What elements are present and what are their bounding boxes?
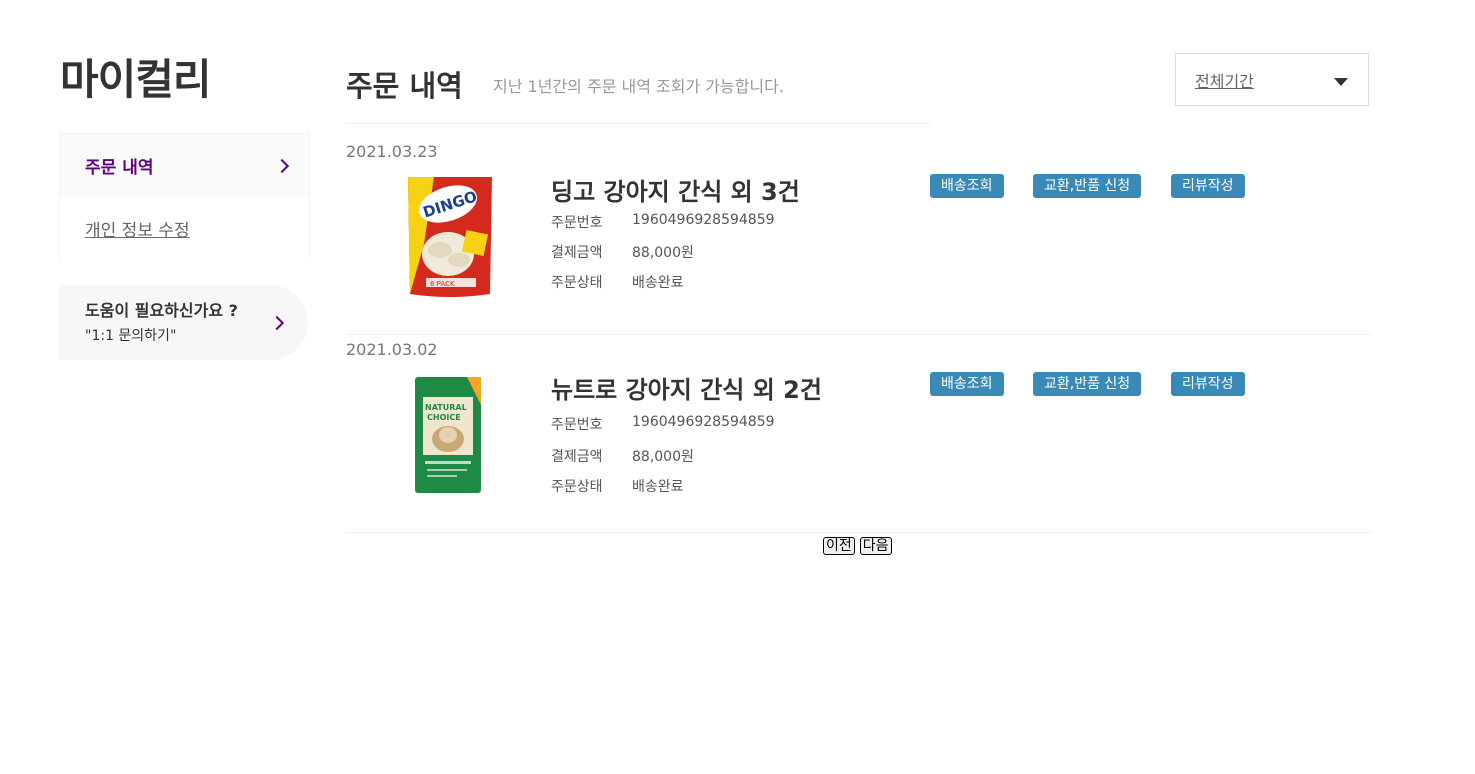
status-label: 주문상태: [551, 479, 603, 495]
status-value: 배송완료: [632, 275, 684, 291]
divider: [346, 532, 1371, 533]
product-name[interactable]: 뉴트로 강아지 간식 외 2건: [551, 370, 822, 405]
chevron-right-icon: [269, 315, 285, 330]
write-review-button[interactable]: 리뷰작성: [1171, 174, 1245, 198]
tracking-button[interactable]: 배송조회: [930, 174, 1004, 198]
payment-value: 88,000원: [632, 449, 694, 465]
next-page-button[interactable]: 다음: [859, 537, 892, 555]
help-title: 도움이 필요하신가요 ?: [85, 301, 238, 320]
sidebar-item-profile[interactable]: 개인 정보 수정: [60, 197, 309, 260]
order-date: 2021.03.23: [346, 142, 438, 161]
status-value: 배송완료: [632, 479, 684, 495]
divider: [346, 334, 1371, 335]
help-subtitle: "1:1 문의하기": [85, 328, 177, 344]
product-name[interactable]: 딩고 강아지 간식 외 3건: [551, 172, 800, 207]
divider: [346, 123, 930, 124]
payment-label: 결제금액: [551, 245, 603, 261]
help-inquiry-link[interactable]: 도움이 필요하신가요 ? "1:1 문의하기": [59, 285, 308, 360]
order-item: 2021.03.02 NATURAL CHOICE 뉴트로 강아지 간식 외 2…: [346, 340, 1371, 533]
period-select-value: 전체기간: [1195, 72, 1254, 91]
write-review-button[interactable]: 리뷰작성: [1171, 372, 1245, 396]
section-description: 지난 1년간의 주문 내역 조회가 가능합니다.: [493, 77, 784, 96]
page-title: 마이컬리: [60, 55, 212, 104]
svg-text:NATURAL: NATURAL: [425, 403, 467, 412]
period-select[interactable]: 전체기간: [1175, 53, 1369, 106]
order-number-value: 1960496928594859: [632, 414, 775, 430]
payment-label: 결제금액: [551, 449, 603, 465]
status-label: 주문상태: [551, 275, 603, 291]
pagination: 이전 다음: [823, 537, 892, 555]
tracking-button[interactable]: 배송조회: [930, 372, 1004, 396]
svg-text:6 PACK: 6 PACK: [430, 280, 455, 288]
svg-text:CHOICE: CHOICE: [427, 413, 461, 422]
order-number-value: 1960496928594859: [632, 212, 775, 228]
sidebar-item-label: 개인 정보 수정: [85, 221, 190, 241]
product-thumbnail[interactable]: NATURAL CHOICE: [413, 375, 483, 495]
order-number-label: 주문번호: [551, 215, 603, 231]
order-number-label: 주문번호: [551, 417, 603, 433]
exchange-return-button[interactable]: 교환,반품 신청: [1033, 174, 1142, 198]
sidebar-menu: 주문 내역 개인 정보 수정: [59, 133, 310, 260]
exchange-return-button[interactable]: 교환,반품 신청: [1033, 372, 1142, 396]
caret-down-icon: [1334, 78, 1348, 86]
order-item: 2021.03.23 DINGO 6 PACK 딩고 강아지 간식 외 3건 주…: [346, 142, 1371, 335]
sidebar-item-label: 주문 내역: [85, 158, 154, 178]
payment-value: 88,000원: [632, 245, 694, 261]
sidebar-item-orders[interactable]: 주문 내역: [60, 134, 309, 197]
order-date: 2021.03.02: [346, 340, 438, 359]
prev-page-button[interactable]: 이전: [823, 537, 855, 555]
section-title: 주문 내역: [346, 69, 463, 103]
chevron-right-icon: [274, 158, 290, 173]
product-thumbnail[interactable]: DINGO 6 PACK: [404, 174, 496, 301]
